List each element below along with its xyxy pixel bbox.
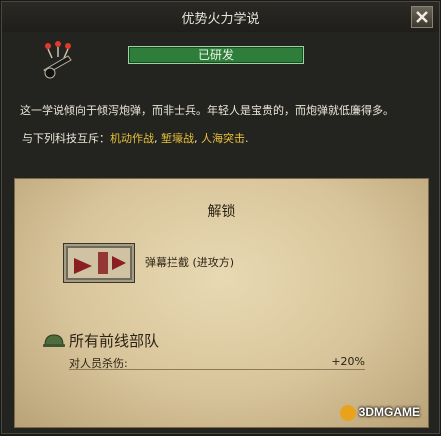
title-bar: 优势火力学说 — [2, 2, 439, 32]
unlock-item-label: 弹幕拦截 (进攻方) — [145, 256, 235, 269]
exclusive-suffix: . — [245, 132, 249, 145]
modifier-label: 对人员杀伤: — [69, 357, 128, 370]
exclusive-tech-link[interactable]: 机动作战 — [110, 132, 154, 145]
window-title: 优势火力学说 — [181, 12, 260, 27]
barrage-tactic-icon[interactable] — [63, 243, 135, 283]
unlock-title: 解锁 — [207, 204, 236, 220]
researched-status-bar: 已研发 — [128, 46, 304, 64]
artillery-doctrine-icon — [43, 41, 72, 79]
exclusive-tech-link[interactable]: 堑壕战 — [161, 132, 194, 145]
exclusive-tech-link[interactable]: 人海突击 — [201, 132, 245, 145]
doctrine-window: 优势火力学说 已研发 这一学说倾向于倾泻炮弹，而非士兵。年轻人是宝贵的，而炮弹就… — [1, 1, 440, 434]
close-button[interactable] — [411, 6, 433, 28]
doctrine-description: 这一学说倾向于倾泻炮弹，而非士兵。年轻人是宝贵的，而炮弹就低廉得多。 — [20, 104, 394, 117]
close-icon — [416, 11, 428, 23]
watermark-text: 3DMGAME — [358, 405, 420, 420]
exclusive-prefix: 与下列科技互斥： — [22, 132, 110, 145]
exclusive-techs-line: 与下列科技互斥：机动作战, 堑壕战, 人海突击. — [22, 130, 249, 146]
watermark-logo-icon — [339, 405, 356, 421]
exclusive-separator: , — [194, 132, 201, 145]
helmet-icon — [43, 334, 65, 347]
modifier-group-title: 所有前线部队 — [69, 332, 160, 350]
watermark: 3DMGAME — [339, 405, 420, 421]
modifier-row: 对人员杀伤: +20% — [69, 355, 365, 370]
unlock-panel: 解锁 弹幕拦截 (进攻方) 所有前线部队 对人员杀伤: +20% 3DMGAME — [14, 178, 429, 428]
exclusive-separator: , — [154, 132, 161, 145]
modifier-value: +20% — [331, 355, 365, 368]
